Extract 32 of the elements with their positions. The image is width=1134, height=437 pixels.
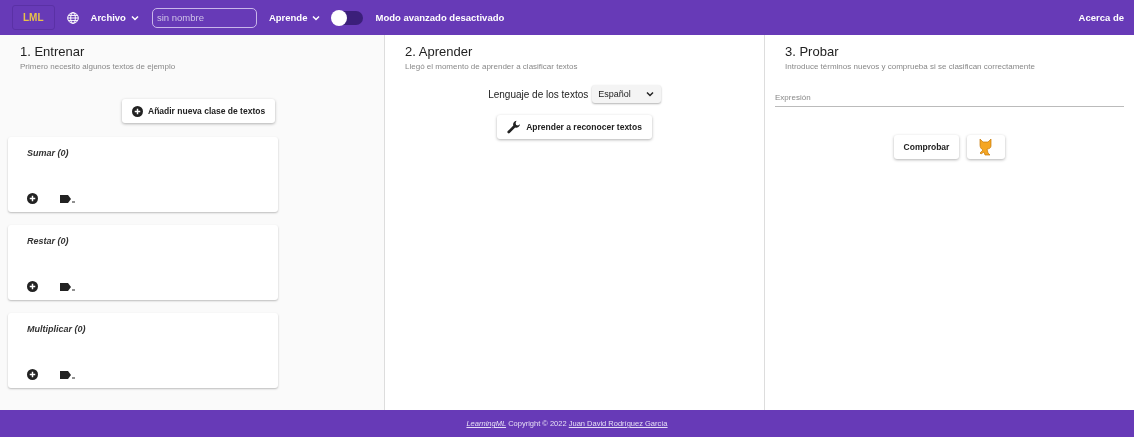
- learn-button[interactable]: Aprender a reconocer textos: [497, 115, 652, 139]
- wrench-icon: [507, 120, 522, 134]
- add-class-button[interactable]: Añadir nueva clase de textos: [122, 99, 276, 123]
- add-icon[interactable]: [27, 281, 38, 292]
- label-icon[interactable]: [60, 369, 76, 380]
- learn-menu[interactable]: Aprende: [268, 12, 322, 23]
- class-name: Multiplicar (0): [27, 324, 87, 334]
- file-menu[interactable]: Archivo: [90, 12, 140, 23]
- project-name-field[interactable]: sin nombre: [151, 7, 257, 28]
- about-link[interactable]: Acerca de: [1078, 12, 1124, 23]
- globe-icon[interactable]: [66, 11, 79, 24]
- expression-field[interactable]: Expresión: [775, 89, 1124, 107]
- section-subtitle: Llegó el momento de aprender a clasificar textos: [405, 62, 579, 71]
- language-label: Lenguaje de los textos: [488, 88, 589, 100]
- label-icon[interactable]: [60, 193, 76, 204]
- section-title: 2. Aprender: [405, 44, 474, 59]
- check-button[interactable]: Comprobar: [893, 135, 960, 159]
- advanced-mode-toggle[interactable]: [333, 10, 364, 25]
- add-icon[interactable]: [27, 193, 38, 204]
- section-subtitle: Primero necesito algunos textos de ejemplo: [20, 62, 177, 71]
- label-icon[interactable]: [60, 281, 76, 292]
- class-name: Restar (0): [27, 236, 70, 246]
- app-logo[interactable]: LML: [12, 5, 55, 30]
- language-select[interactable]: Español: [592, 85, 661, 103]
- class-name: Sumar (0): [27, 148, 70, 158]
- add-icon[interactable]: [132, 105, 143, 117]
- caret-icon: [644, 89, 655, 99]
- section-subtitle: Introduce términos nuevos y comprueba si se clasifican correctamente: [785, 62, 1036, 71]
- section-title: 1. Entrenar: [20, 44, 86, 59]
- section-title: 3. Probar: [785, 44, 840, 59]
- add-icon[interactable]: [27, 369, 38, 380]
- toggle-label: Modo avanzado desactivado: [375, 12, 505, 23]
